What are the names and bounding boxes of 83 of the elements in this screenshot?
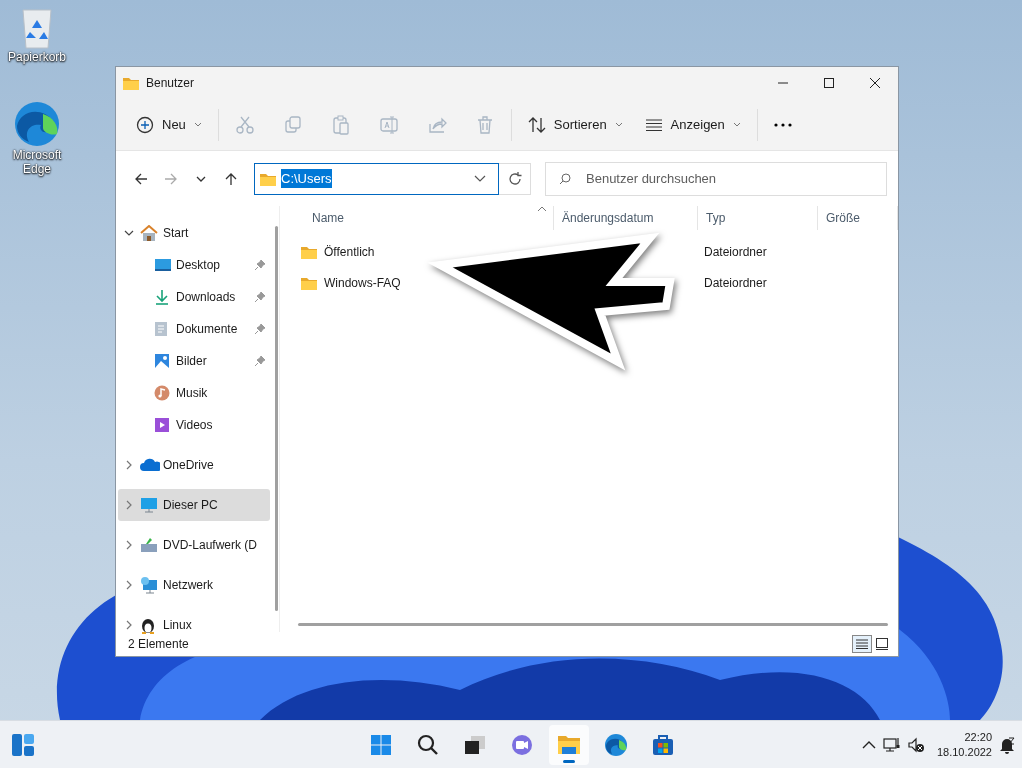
copy-icon	[282, 114, 303, 135]
sidebar-item[interactable]: Dokumente	[118, 313, 270, 345]
refresh-icon	[507, 171, 522, 186]
video-icon	[154, 417, 170, 433]
home-icon	[140, 225, 158, 241]
sidebar-item[interactable]: Dieser PC	[118, 489, 270, 521]
search-icon	[559, 172, 571, 185]
clipboard-icon	[330, 114, 351, 135]
vertical-scrollbar[interactable]	[275, 226, 278, 611]
sidebar-item[interactable]: Desktop	[118, 249, 270, 281]
sidebar-item[interactable]: Videos	[118, 409, 270, 441]
list-icon	[856, 639, 868, 649]
search-icon	[416, 732, 440, 757]
sort-ascending-icon	[537, 206, 547, 212]
collapsed-chevron-icon[interactable]	[126, 460, 132, 470]
collapsed-chevron-icon[interactable]	[126, 500, 132, 510]
plus-circle-icon	[136, 115, 154, 134]
back-arrow-icon	[134, 171, 148, 186]
monitor-icon	[140, 497, 158, 513]
sort-arrows-icon	[527, 115, 546, 134]
notification-bell-icon[interactable]	[998, 735, 1016, 754]
edge-browser-icon	[13, 100, 61, 148]
column-header[interactable]: Name	[312, 209, 344, 227]
browser-icon	[604, 732, 628, 757]
clock-time[interactable]: 22:20	[936, 729, 992, 745]
music-note-icon	[154, 385, 170, 401]
details-view-button[interactable]	[852, 635, 872, 653]
windows-logo-icon	[369, 732, 393, 757]
caret-icon	[614, 121, 623, 128]
collapsed-chevron-icon[interactable]	[126, 620, 132, 630]
sidebar-item[interactable]: DVD-Laufwerk (D	[118, 529, 270, 561]
tiles-icon	[876, 638, 888, 650]
folder-icon	[122, 75, 140, 91]
item-count: 2 Elemente	[128, 636, 189, 653]
collapsed-chevron-icon[interactable]	[126, 540, 132, 550]
more-dots-icon	[773, 122, 792, 127]
expanded-chevron-icon[interactable]	[124, 230, 134, 236]
document-icon	[154, 321, 168, 337]
search-field[interactable]: Benutzer durchsuchen	[545, 161, 887, 196]
shopping-bag-icon	[651, 732, 675, 757]
sidebar-item[interactable]: Start	[118, 217, 270, 249]
column-header[interactable]: Typ	[706, 209, 726, 227]
collapsed-chevron-icon[interactable]	[126, 580, 132, 590]
horizontal-scrollbar[interactable]	[298, 623, 888, 626]
lines-icon	[644, 117, 663, 132]
view-button[interactable]: Anzeigen	[636, 108, 749, 141]
widgets-icon	[11, 732, 35, 757]
sidebar-item[interactable]: Downloads	[118, 281, 270, 313]
scissors-icon	[234, 114, 255, 135]
sort-button[interactable]: Sortieren	[519, 108, 631, 141]
video-chat-icon	[510, 732, 534, 757]
sidebar-item[interactable]: Bilder	[118, 345, 270, 377]
caret-icon	[732, 121, 741, 128]
desktop-icon	[154, 258, 172, 272]
window-title: Benutzer	[146, 75, 195, 92]
speaker-muted-icon[interactable]	[906, 735, 925, 754]
file-explorer-button[interactable]	[549, 724, 589, 765]
address-field[interactable]: C:\Users	[254, 162, 499, 195]
file-name[interactable]: Öffentlich	[324, 242, 375, 261]
cloud-icon	[140, 458, 160, 472]
file-type: Dateiordner	[704, 275, 767, 290]
network-status-icon[interactable]	[882, 735, 901, 754]
sidebar-item[interactable]: OneDrive	[118, 449, 270, 481]
sidebar-item[interactable]: Musik	[118, 377, 270, 409]
column-header[interactable]: Größe	[826, 209, 860, 227]
sidebar-item[interactable]: Netzwerk	[118, 569, 270, 601]
file-name[interactable]: Windows-FAQ	[324, 273, 401, 292]
drive-icon	[140, 537, 158, 553]
clock-date[interactable]: 18.10.2022	[936, 744, 992, 760]
up-arrow-icon	[224, 171, 238, 186]
close-icon	[869, 77, 881, 89]
column-header[interactable]: Änderungsdatum	[562, 209, 654, 227]
forward-arrow-icon	[164, 171, 178, 186]
refresh-button[interactable]	[499, 162, 531, 195]
caret-icon	[193, 121, 202, 128]
download-arrow-icon	[154, 289, 170, 305]
maximize-icon	[823, 77, 835, 89]
file-type: Dateiordner	[704, 244, 767, 259]
picture-icon	[154, 353, 170, 369]
dropdown-caret-icon[interactable]	[474, 174, 486, 183]
new-button[interactable]: Neu	[128, 108, 210, 141]
rename-icon	[378, 114, 399, 135]
network-icon	[140, 576, 158, 594]
